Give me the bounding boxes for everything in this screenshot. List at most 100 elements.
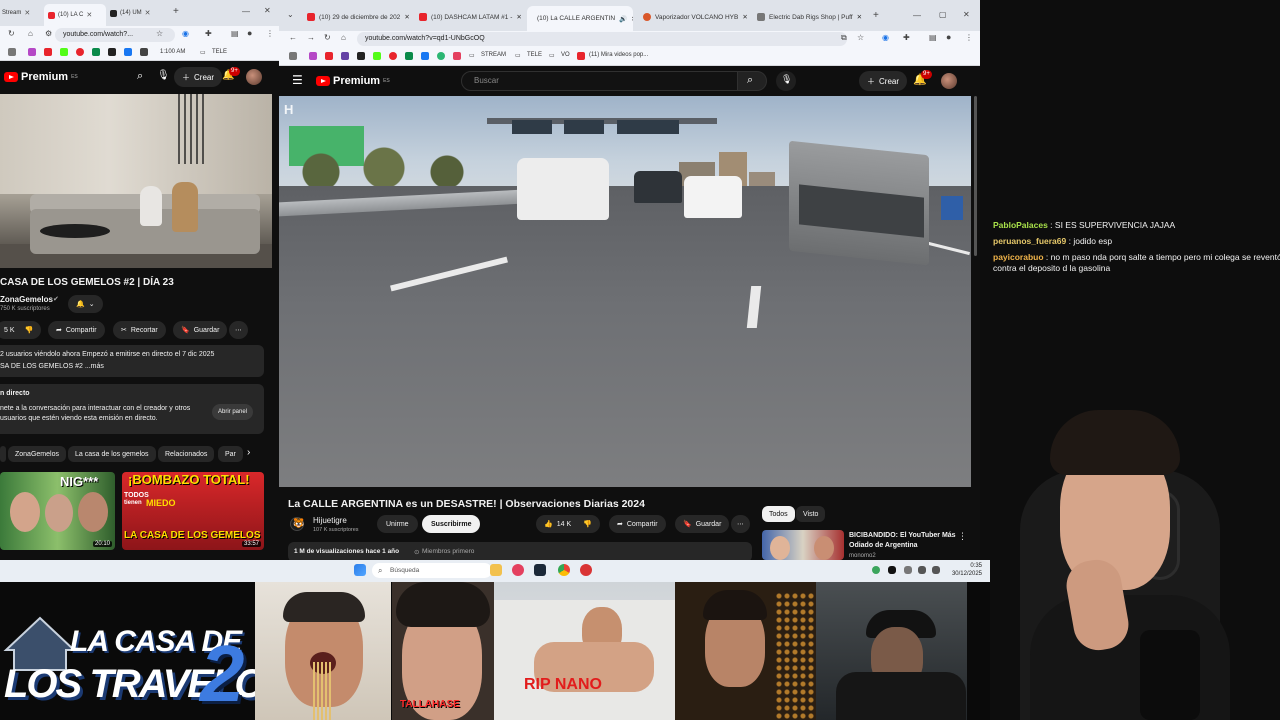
bookmark-mira-videos[interactable]: (11) Mira videos pop... — [589, 52, 648, 58]
reload-icon[interactable]: ↻ — [8, 29, 15, 38]
left-tab-3[interactable]: (14) UM ✕ — [110, 5, 158, 21]
bookmark-dark-icon[interactable] — [140, 48, 148, 56]
subscribe-button[interactable]: Suscribirme — [422, 515, 481, 533]
chat-username[interactable]: payicorabuo — [993, 252, 1044, 262]
main-tab-1[interactable]: (10) 29 de diciembre de 202 ✕ — [307, 8, 419, 26]
close-icon[interactable]: ✕ — [145, 9, 151, 17]
chat-username[interactable]: PabloPalaces — [993, 220, 1048, 230]
bookmark-whatsapp-icon[interactable] — [437, 52, 445, 60]
install-icon[interactable]: ⧉ — [841, 33, 847, 43]
close-icon[interactable]: ✕ — [86, 11, 92, 19]
chip-relacionados[interactable]: Relacionados — [158, 446, 215, 462]
bookmark-tiktok-icon[interactable] — [108, 48, 116, 56]
new-tab-icon[interactable]: + — [873, 10, 879, 21]
like-button[interactable]: 👍 14 K 👎 — [536, 515, 600, 533]
menu-dots-icon[interactable]: ⋮ — [965, 33, 973, 42]
hamburger-menu-icon[interactable]: ☰ — [292, 73, 303, 87]
profile-icon[interactable]: ● — [247, 28, 252, 38]
bookmark-folder-icon[interactable]: ▭ — [200, 49, 206, 56]
apps-icon[interactable] — [289, 52, 297, 60]
forward-icon[interactable]: → — [307, 33, 315, 42]
main-tab-2[interactable]: (10) DASHCAM LATAM #1 - ✕ — [419, 8, 527, 26]
description-more[interactable]: SA DE LOS GEMELOS #2 ...más — [0, 363, 104, 370]
avatar[interactable] — [246, 69, 262, 85]
home-icon[interactable]: ⌂ — [28, 29, 33, 38]
obs-icon[interactable] — [580, 564, 592, 576]
reload-icon[interactable]: ↻ — [324, 33, 331, 42]
tray-icon[interactable] — [872, 566, 880, 574]
bookmark-youtube-icon[interactable] — [44, 48, 52, 56]
rec-channel[interactable]: monomo2 — [849, 553, 876, 559]
bookmark-youtube-icon[interactable] — [325, 52, 333, 60]
left-video-player[interactable] — [0, 94, 272, 268]
chip-todos[interactable]: Todos — [762, 506, 795, 522]
save-button[interactable]: 🔖 Guardar — [675, 515, 730, 533]
chevron-right-icon[interactable]: › — [247, 447, 250, 458]
more-button[interactable]: ⋯ — [229, 321, 248, 339]
profile-icon[interactable]: ● — [946, 32, 951, 42]
bookmark-blue-icon[interactable] — [421, 52, 429, 60]
chrome-icon[interactable] — [558, 564, 570, 576]
bookmark-blue-icon[interactable] — [124, 48, 132, 56]
create-button[interactable]: ＋ Crear — [174, 67, 223, 87]
open-panel-button[interactable]: Abrir panel — [212, 404, 254, 420]
channel-name[interactable]: Hijuetigre — [313, 516, 347, 525]
tab-search-icon[interactable]: ⌄ — [287, 10, 294, 19]
bookmark-vo[interactable]: VO — [561, 52, 570, 58]
extensions-icon[interactable]: ✚ — [903, 33, 910, 42]
bookmark-purple-icon[interactable] — [341, 52, 349, 60]
bookmark-twitch-icon[interactable] — [28, 48, 36, 56]
bookmark-twitch-icon[interactable] — [309, 52, 317, 60]
search-input[interactable]: Buscar — [461, 71, 741, 91]
close-icon[interactable]: ✕ — [742, 13, 747, 21]
close-window-icon[interactable]: ✕ — [963, 10, 970, 19]
youtube-logo[interactable]: Premium ES — [316, 75, 390, 87]
clock[interactable]: 0:35 30/12/2025 — [944, 562, 982, 578]
chip-casa-gemelos[interactable]: La casa de los gemelos — [68, 446, 156, 462]
bookmark-icon[interactable] — [8, 48, 16, 56]
app-icon[interactable] — [512, 564, 524, 576]
tray-icon[interactable] — [888, 566, 896, 574]
bookmark-red-icon[interactable] — [389, 52, 397, 60]
wifi-icon[interactable] — [918, 566, 926, 574]
bookmark-kick-icon[interactable] — [60, 48, 68, 56]
bookmark-folder-label[interactable]: TELE — [212, 49, 227, 55]
minimize-icon[interactable]: — — [913, 11, 921, 20]
back-icon[interactable]: ← — [289, 33, 297, 42]
star-icon[interactable]: ☆ — [857, 33, 864, 42]
chip-zonagemelos[interactable]: ZonaGemelos — [8, 446, 66, 462]
recommended-thumb[interactable] — [762, 530, 844, 560]
bookmark-red-icon[interactable] — [76, 48, 84, 56]
more-button[interactable]: ⋯ — [731, 515, 750, 533]
bookmark-tiktok-icon[interactable] — [357, 52, 365, 60]
maximize-icon[interactable]: ▢ — [939, 10, 947, 19]
recommended-thumb-2[interactable]: ¡BOMBAZO TOTAL! TODOS tienen MIEDO LA CA… — [122, 472, 264, 550]
bookmark-green-icon[interactable] — [405, 52, 413, 60]
chip-more[interactable]: Par — [218, 446, 243, 462]
close-window-icon[interactable]: ✕ — [264, 6, 271, 15]
chat-username[interactable]: peruanos_fuera69 — [993, 236, 1066, 246]
description-box[interactable]: 1 M de visualizaciones hace 1 año ⊙ Miem… — [288, 542, 752, 560]
left-tab-1[interactable]: Stream ✕ — [2, 5, 42, 21]
main-tab-4[interactable]: Vaporizador VOLCANO HYB ✕ — [643, 8, 753, 26]
minimize-icon[interactable]: — — [242, 7, 250, 16]
star-icon[interactable]: ☆ — [156, 29, 163, 38]
new-tab-icon[interactable]: + — [173, 6, 179, 17]
save-button[interactable]: 🔖 Guardar — [173, 321, 228, 339]
bookmark-tele[interactable]: TELE — [527, 52, 542, 58]
windows-start-icon[interactable] — [354, 564, 366, 576]
search-button[interactable]: ⌕ — [737, 71, 767, 91]
mic-icon[interactable] — [904, 566, 912, 574]
steam-icon[interactable] — [534, 564, 546, 576]
volume-icon[interactable] — [932, 566, 940, 574]
close-icon[interactable]: ✕ — [24, 9, 30, 17]
main-tab-5[interactable]: Electric Dab Rigs Shop | Puff ✕ — [757, 8, 869, 26]
share-button[interactable]: ➦ Compartir — [609, 515, 666, 533]
close-icon[interactable]: ✕ — [516, 13, 521, 21]
close-icon[interactable]: ✕ — [631, 15, 633, 23]
menu-dots-icon[interactable]: ⋮ — [958, 531, 967, 542]
scrollbar[interactable] — [974, 96, 977, 256]
cast-icon[interactable]: ◉ — [182, 29, 189, 38]
menu-dots-icon[interactable]: ⋮ — [266, 29, 274, 38]
like-button[interactable]: 5 K 👎 — [0, 321, 42, 339]
